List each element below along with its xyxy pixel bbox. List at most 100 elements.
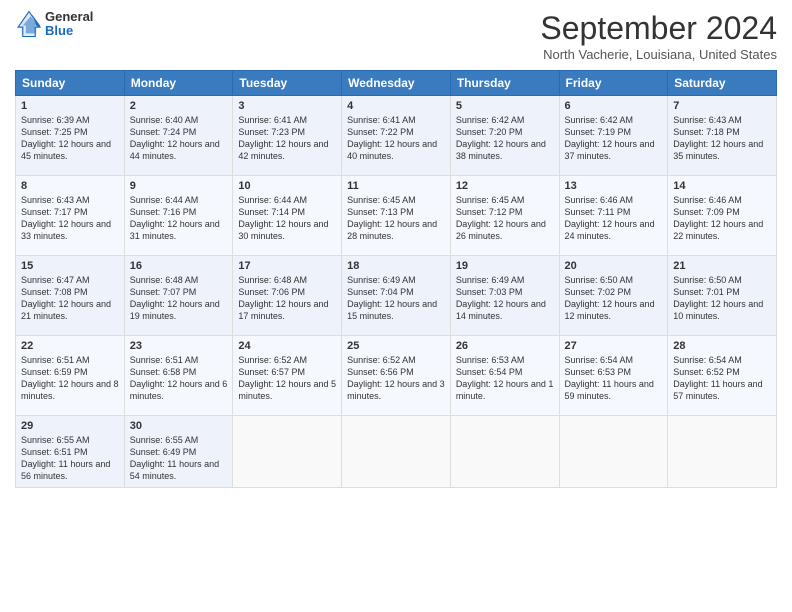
logo-blue: Blue [45, 24, 93, 38]
col-friday: Friday [559, 71, 668, 96]
table-row: 13 Sunrise: 6:46 AM Sunset: 7:11 PM Dayl… [559, 176, 668, 256]
table-row: 12 Sunrise: 6:45 AM Sunset: 7:12 PM Dayl… [450, 176, 559, 256]
table-row: 26 Sunrise: 6:53 AM Sunset: 6:54 PM Dayl… [450, 336, 559, 416]
table-row [342, 416, 451, 488]
day-info: Sunrise: 6:50 AM Sunset: 7:01 PM Dayligh… [673, 274, 771, 323]
day-info: Sunrise: 6:53 AM Sunset: 6:54 PM Dayligh… [456, 354, 554, 403]
table-row: 20 Sunrise: 6:50 AM Sunset: 7:02 PM Dayl… [559, 256, 668, 336]
day-number: 8 [21, 180, 119, 192]
day-info: Sunrise: 6:42 AM Sunset: 7:19 PM Dayligh… [565, 114, 663, 163]
calendar-week-row: 22 Sunrise: 6:51 AM Sunset: 6:59 PM Dayl… [16, 336, 777, 416]
day-number: 13 [565, 180, 663, 192]
col-wednesday: Wednesday [342, 71, 451, 96]
calendar-week-row: 15 Sunrise: 6:47 AM Sunset: 7:08 PM Dayl… [16, 256, 777, 336]
day-number: 26 [456, 340, 554, 352]
table-row: 25 Sunrise: 6:52 AM Sunset: 6:56 PM Dayl… [342, 336, 451, 416]
day-info: Sunrise: 6:51 AM Sunset: 6:58 PM Dayligh… [130, 354, 228, 403]
day-number: 9 [130, 180, 228, 192]
table-row: 27 Sunrise: 6:54 AM Sunset: 6:53 PM Dayl… [559, 336, 668, 416]
day-number: 28 [673, 340, 771, 352]
day-info: Sunrise: 6:48 AM Sunset: 7:07 PM Dayligh… [130, 274, 228, 323]
day-info: Sunrise: 6:39 AM Sunset: 7:25 PM Dayligh… [21, 114, 119, 163]
day-info: Sunrise: 6:55 AM Sunset: 6:51 PM Dayligh… [21, 434, 119, 483]
col-sunday: Sunday [16, 71, 125, 96]
table-row [450, 416, 559, 488]
day-info: Sunrise: 6:43 AM Sunset: 7:17 PM Dayligh… [21, 194, 119, 243]
table-row: 17 Sunrise: 6:48 AM Sunset: 7:06 PM Dayl… [233, 256, 342, 336]
day-number: 3 [238, 100, 336, 112]
day-info: Sunrise: 6:51 AM Sunset: 6:59 PM Dayligh… [21, 354, 119, 403]
title-section: September 2024 North Vacherie, Louisiana… [540, 10, 777, 62]
location: North Vacherie, Louisiana, United States [540, 47, 777, 62]
table-row: 19 Sunrise: 6:49 AM Sunset: 7:03 PM Dayl… [450, 256, 559, 336]
table-row: 21 Sunrise: 6:50 AM Sunset: 7:01 PM Dayl… [668, 256, 777, 336]
day-number: 18 [347, 260, 445, 272]
day-info: Sunrise: 6:40 AM Sunset: 7:24 PM Dayligh… [130, 114, 228, 163]
day-number: 29 [21, 420, 119, 432]
table-row: 10 Sunrise: 6:44 AM Sunset: 7:14 PM Dayl… [233, 176, 342, 256]
day-info: Sunrise: 6:41 AM Sunset: 7:23 PM Dayligh… [238, 114, 336, 163]
table-row: 1 Sunrise: 6:39 AM Sunset: 7:25 PM Dayli… [16, 96, 125, 176]
table-row: 8 Sunrise: 6:43 AM Sunset: 7:17 PM Dayli… [16, 176, 125, 256]
calendar-table: Sunday Monday Tuesday Wednesday Thursday… [15, 70, 777, 488]
day-number: 14 [673, 180, 771, 192]
table-row [668, 416, 777, 488]
table-row: 11 Sunrise: 6:45 AM Sunset: 7:13 PM Dayl… [342, 176, 451, 256]
table-row: 22 Sunrise: 6:51 AM Sunset: 6:59 PM Dayl… [16, 336, 125, 416]
day-number: 19 [456, 260, 554, 272]
day-number: 25 [347, 340, 445, 352]
day-number: 2 [130, 100, 228, 112]
day-number: 24 [238, 340, 336, 352]
table-row: 23 Sunrise: 6:51 AM Sunset: 6:58 PM Dayl… [124, 336, 233, 416]
day-info: Sunrise: 6:42 AM Sunset: 7:20 PM Dayligh… [456, 114, 554, 163]
day-number: 22 [21, 340, 119, 352]
day-info: Sunrise: 6:49 AM Sunset: 7:04 PM Dayligh… [347, 274, 445, 323]
day-info: Sunrise: 6:50 AM Sunset: 7:02 PM Dayligh… [565, 274, 663, 323]
day-info: Sunrise: 6:48 AM Sunset: 7:06 PM Dayligh… [238, 274, 336, 323]
day-number: 23 [130, 340, 228, 352]
day-info: Sunrise: 6:44 AM Sunset: 7:16 PM Dayligh… [130, 194, 228, 243]
day-number: 16 [130, 260, 228, 272]
calendar-page: General Blue September 2024 North Vacher… [0, 0, 792, 612]
col-saturday: Saturday [668, 71, 777, 96]
col-monday: Monday [124, 71, 233, 96]
calendar-week-row: 8 Sunrise: 6:43 AM Sunset: 7:17 PM Dayli… [16, 176, 777, 256]
calendar-week-row: 29 Sunrise: 6:55 AM Sunset: 6:51 PM Dayl… [16, 416, 777, 488]
day-number: 17 [238, 260, 336, 272]
table-row [233, 416, 342, 488]
day-number: 15 [21, 260, 119, 272]
col-tuesday: Tuesday [233, 71, 342, 96]
day-info: Sunrise: 6:46 AM Sunset: 7:11 PM Dayligh… [565, 194, 663, 243]
logo-icon [15, 10, 43, 38]
day-info: Sunrise: 6:52 AM Sunset: 6:57 PM Dayligh… [238, 354, 336, 403]
day-number: 6 [565, 100, 663, 112]
table-row: 30 Sunrise: 6:55 AM Sunset: 6:49 PM Dayl… [124, 416, 233, 488]
day-info: Sunrise: 6:44 AM Sunset: 7:14 PM Dayligh… [238, 194, 336, 243]
day-info: Sunrise: 6:52 AM Sunset: 6:56 PM Dayligh… [347, 354, 445, 403]
table-row: 24 Sunrise: 6:52 AM Sunset: 6:57 PM Dayl… [233, 336, 342, 416]
table-row: 3 Sunrise: 6:41 AM Sunset: 7:23 PM Dayli… [233, 96, 342, 176]
day-info: Sunrise: 6:49 AM Sunset: 7:03 PM Dayligh… [456, 274, 554, 323]
day-info: Sunrise: 6:54 AM Sunset: 6:52 PM Dayligh… [673, 354, 771, 403]
day-info: Sunrise: 6:46 AM Sunset: 7:09 PM Dayligh… [673, 194, 771, 243]
day-number: 7 [673, 100, 771, 112]
month-title: September 2024 [540, 10, 777, 47]
day-number: 1 [21, 100, 119, 112]
table-row: 9 Sunrise: 6:44 AM Sunset: 7:16 PM Dayli… [124, 176, 233, 256]
table-row: 29 Sunrise: 6:55 AM Sunset: 6:51 PM Dayl… [16, 416, 125, 488]
logo: General Blue [15, 10, 93, 39]
day-info: Sunrise: 6:45 AM Sunset: 7:12 PM Dayligh… [456, 194, 554, 243]
day-number: 4 [347, 100, 445, 112]
table-row: 28 Sunrise: 6:54 AM Sunset: 6:52 PM Dayl… [668, 336, 777, 416]
day-info: Sunrise: 6:43 AM Sunset: 7:18 PM Dayligh… [673, 114, 771, 163]
day-info: Sunrise: 6:41 AM Sunset: 7:22 PM Dayligh… [347, 114, 445, 163]
day-number: 27 [565, 340, 663, 352]
calendar-header-row: Sunday Monday Tuesday Wednesday Thursday… [16, 71, 777, 96]
logo-text: General Blue [45, 10, 93, 39]
table-row: 2 Sunrise: 6:40 AM Sunset: 7:24 PM Dayli… [124, 96, 233, 176]
day-number: 11 [347, 180, 445, 192]
day-number: 12 [456, 180, 554, 192]
logo-general: General [45, 10, 93, 24]
table-row: 18 Sunrise: 6:49 AM Sunset: 7:04 PM Dayl… [342, 256, 451, 336]
table-row: 6 Sunrise: 6:42 AM Sunset: 7:19 PM Dayli… [559, 96, 668, 176]
